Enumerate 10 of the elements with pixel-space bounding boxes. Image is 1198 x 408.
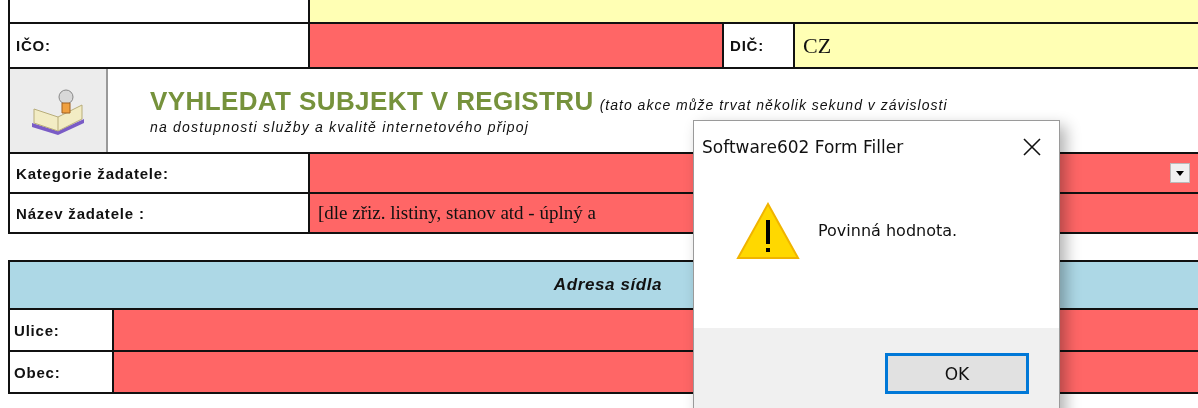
field-label: Ulice: (14, 321, 60, 339)
field-label: Název žadatele : (16, 204, 145, 222)
field-label: Obec: (14, 363, 61, 381)
search-note: (tato akce může trvat několik sekund v závislosti (599, 97, 948, 113)
field-label: IČO: (16, 37, 51, 54)
field-label: Kategorie žadatele: (16, 164, 169, 182)
search-note: na dostupnosti služby a kvalitě internetového připoj (150, 119, 531, 135)
dialog-message: Povinná hodnota. (818, 221, 958, 240)
dialog-title: Software602 Form Filler (702, 137, 904, 157)
field-label: DIČ: (730, 37, 765, 54)
